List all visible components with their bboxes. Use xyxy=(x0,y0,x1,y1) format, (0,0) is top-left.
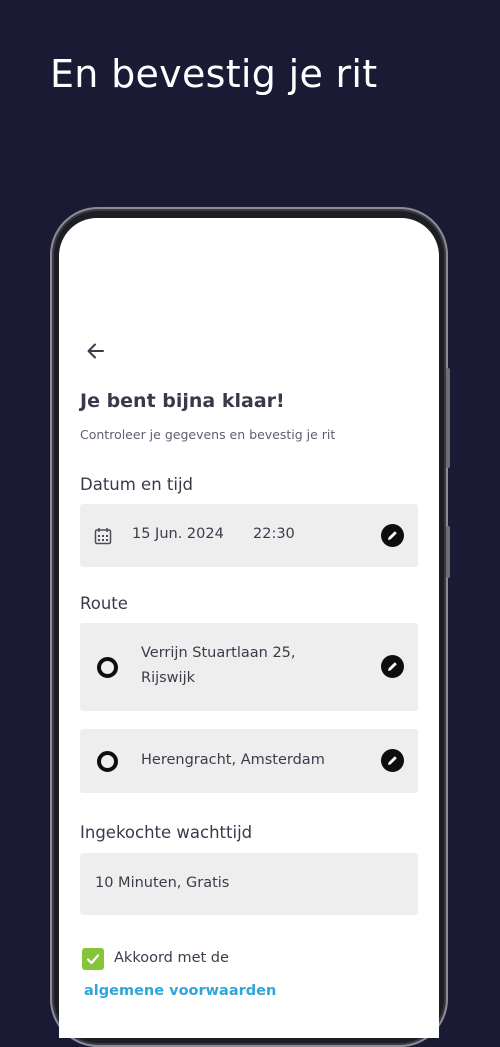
terms-agree-label: Akkoord met de xyxy=(114,950,229,966)
checkmark-icon xyxy=(86,954,100,965)
back-button[interactable] xyxy=(85,340,107,362)
location-ring-icon xyxy=(97,657,118,678)
edit-route-to-button[interactable] xyxy=(381,749,404,772)
arrow-left-icon xyxy=(87,343,104,359)
pencil-icon xyxy=(388,531,397,540)
route-from-line1: Verrijn Stuartlaan 25, xyxy=(141,645,296,661)
phone-screen: Je bent bijna klaar! Controleer je gegev… xyxy=(59,218,439,1038)
headline: En bevestig je rit xyxy=(50,52,378,96)
page-title: Je bent bijna klaar! xyxy=(80,390,285,412)
edit-date-time-button[interactable] xyxy=(381,524,404,547)
calendar-icon xyxy=(94,528,112,545)
section-label-waiting-time: Ingekochte wachttijd xyxy=(80,823,253,842)
terms-checkbox[interactable] xyxy=(82,948,104,970)
waiting-time-card[interactable]: 10 Minuten, Gratis xyxy=(80,853,418,915)
location-ring-icon xyxy=(97,751,118,772)
time-value: 22:30 xyxy=(253,526,295,542)
waiting-time-value: 10 Minuten, Gratis xyxy=(95,875,230,891)
pencil-icon xyxy=(388,662,397,671)
date-time-card[interactable]: 15 Jun. 2024 22:30 xyxy=(80,504,418,567)
date-value: 15 Jun. 2024 xyxy=(132,526,224,542)
section-label-route: Route xyxy=(80,594,128,613)
route-to-card[interactable]: Herengracht, Amsterdam xyxy=(80,729,418,793)
route-from-card[interactable]: Verrijn Stuartlaan 25, Rijswijk xyxy=(80,623,418,711)
section-label-date-time: Datum en tijd xyxy=(80,475,194,494)
edit-route-from-button[interactable] xyxy=(381,655,404,678)
terms-link[interactable]: algemene voorwaarden xyxy=(84,983,276,999)
pencil-icon xyxy=(388,756,397,765)
phone-side-button xyxy=(446,368,450,468)
phone-side-button xyxy=(446,526,450,578)
route-to-value: Herengracht, Amsterdam xyxy=(141,752,325,768)
route-from-line2: Rijswijk xyxy=(141,670,195,686)
page-subtitle: Controleer je gegevens en bevestig je ri… xyxy=(80,427,336,442)
